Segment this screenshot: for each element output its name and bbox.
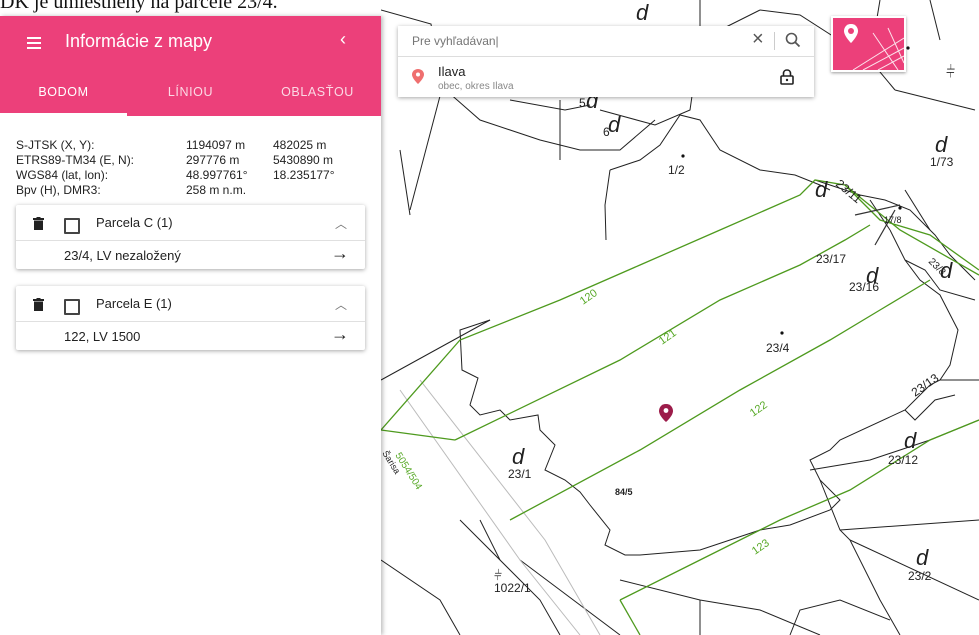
coord-value-2: 18.235177° (273, 168, 335, 182)
svg-text:d: d (935, 132, 948, 157)
panel-header: Informácie z mapy ‹ (0, 16, 381, 76)
search-input[interactable] (412, 34, 732, 48)
chevron-up-icon[interactable]: ︿ (335, 296, 347, 313)
search-icon[interactable] (784, 31, 802, 49)
svg-text:d: d (904, 428, 917, 453)
tab-liniou[interactable]: LÍNIOU (127, 76, 254, 116)
svg-text:23/12: 23/12 (888, 453, 918, 467)
svg-text:⫩: ⫩ (946, 64, 955, 81)
layer-preview-icon (844, 24, 904, 70)
coord-value-1: 297776 m (186, 153, 240, 167)
svg-text:d: d (512, 444, 525, 469)
search-divider (774, 32, 775, 50)
coord-label: WGS84 (lat, lon): (16, 168, 109, 182)
card-header[interactable]: Parcela E (1) ︿ (16, 286, 365, 322)
parcel-e-card: Parcela E (1) ︿ 122, LV 1500 → (16, 286, 365, 350)
map-info-panel: Informácie z mapy ‹ BODOM LÍNIOU OBLASŤO… (0, 16, 381, 635)
card-title: Parcela C (1) (96, 215, 173, 230)
chevron-up-icon[interactable]: ︿ (335, 215, 347, 232)
svg-text:17/8: 17/8 (884, 215, 902, 225)
coord-value-2: 482025 m (273, 138, 327, 152)
parcel-row-label: 23/4, LV nezaložený (64, 248, 181, 263)
svg-text:d: d (916, 545, 929, 570)
coord-label: S-JTSK (X, Y): (16, 138, 95, 152)
lock-icon[interactable] (780, 69, 794, 85)
svg-text:23/4: 23/4 (766, 341, 790, 355)
svg-text:23/11: 23/11 (833, 177, 865, 207)
svg-text:d: d (636, 0, 649, 25)
svg-text:23/13: 23/13 (909, 371, 942, 400)
tab-bodom[interactable]: BODOM (0, 76, 127, 116)
arrow-right-icon[interactable]: → (331, 243, 349, 264)
svg-text:1/73: 1/73 (930, 155, 954, 169)
svg-text:1/2: 1/2 (668, 163, 685, 177)
result-subtitle: obec, okres Ilava (438, 81, 514, 92)
coord-value-2: 5430890 m (273, 153, 334, 167)
svg-text:⫩: ⫩ (494, 567, 502, 583)
coord-value-1: 258 m n.m. (186, 183, 247, 197)
active-tab-indicator (0, 113, 127, 116)
coord-value-1: 1194097 m (186, 138, 246, 152)
parcel-c-card: Parcela C (1) ︿ 23/4, LV nezaložený → (16, 205, 365, 269)
search-box: × Ilava obec, okres Ilava (398, 26, 814, 97)
svg-text:1022/1: 1022/1 (494, 581, 531, 595)
svg-text:5: 5 (579, 96, 586, 110)
svg-text:23/1: 23/1 (508, 467, 532, 481)
parcel-row[interactable]: 23/4, LV nezaložený → (16, 241, 365, 269)
svg-text:122: 122 (748, 399, 770, 419)
svg-text:d: d (940, 258, 953, 283)
location-pin-icon[interactable] (659, 404, 673, 422)
hamburger-menu-icon[interactable] (27, 37, 41, 49)
svg-text:121: 121 (657, 327, 679, 347)
parcel-checkbox[interactable] (64, 218, 80, 234)
svg-text:d: d (815, 177, 828, 202)
map-pin-icon (412, 69, 424, 84)
svg-text:84/5: 84/5 (615, 487, 633, 497)
tab-oblastou[interactable]: OBLASŤOU (254, 76, 381, 116)
close-icon[interactable]: × (752, 28, 764, 51)
coord-row: WGS84 (lat, lon): 48.997761° 18.235177° (16, 168, 381, 183)
parcel-row-label: 122, LV 1500 (64, 329, 141, 344)
card-title: Parcela E (1) (96, 296, 172, 311)
page-caption-text: DK je umiestnený na parcele 23/4. (0, 0, 278, 13)
parcel-row[interactable]: 122, LV 1500 → (16, 322, 365, 350)
panel-title: Informácie z mapy (65, 31, 213, 51)
coordinates-table: S-JTSK (X, Y): 1194097 m 482025 m ETRS89… (0, 116, 381, 198)
arrow-right-icon[interactable]: → (331, 324, 349, 345)
svg-text:23/2: 23/2 (908, 569, 932, 583)
search-result-item[interactable]: Ilava obec, okres Ilava (398, 57, 814, 97)
coord-row: ETRS89-TM34 (E, N): 297776 m 5430890 m (16, 153, 381, 168)
trash-icon[interactable] (33, 298, 44, 311)
chevron-left-icon[interactable]: ‹ (340, 29, 346, 50)
coord-row: S-JTSK (X, Y): 1194097 m 482025 m (16, 138, 381, 153)
result-title: Ilava (438, 64, 466, 79)
card-header[interactable]: Parcela C (1) ︿ (16, 205, 365, 241)
coord-label: ETRS89-TM34 (E, N): (16, 153, 135, 167)
tab-bar: BODOM LÍNIOU OBLASŤOU (0, 76, 381, 116)
search-row: × (398, 26, 814, 57)
coord-value-1: 48.997761° (186, 168, 248, 182)
svg-text:d: d (866, 263, 879, 288)
trash-icon[interactable] (33, 217, 44, 230)
coord-row: Bpv (H), DMR3: 258 m n.m. (16, 183, 381, 198)
map-layer-switcher[interactable] (831, 16, 906, 72)
svg-text:23/17: 23/17 (816, 252, 846, 266)
coord-label: Bpv (H), DMR3: (16, 183, 101, 197)
parcel-checkbox[interactable] (64, 299, 80, 315)
svg-text:123: 123 (750, 537, 772, 557)
svg-text:d: d (608, 112, 621, 137)
